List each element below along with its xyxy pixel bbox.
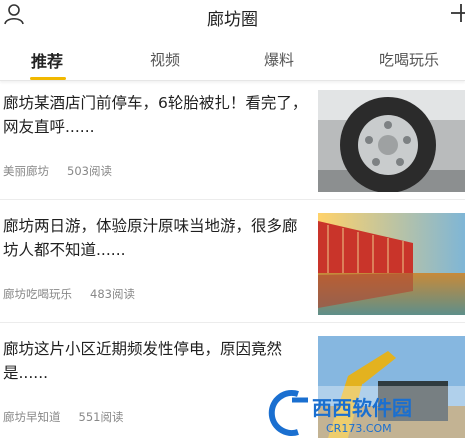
active-tab-indicator: [30, 77, 66, 80]
watermark-logo: 西西软件园 CR173.COM: [268, 386, 465, 439]
article-meta: 廊坊早知道 551阅读: [3, 409, 123, 425]
article-views: 483阅读: [90, 287, 135, 301]
tab-recommended[interactable]: 推荐: [31, 48, 63, 72]
article-meta: 廊坊吃喝玩乐 483阅读: [3, 286, 135, 302]
article-source: 廊坊早知道: [3, 410, 61, 424]
site-watermark: 西西软件园 CR173.COM: [268, 386, 465, 439]
article-source: 廊坊吃喝玩乐: [3, 287, 72, 301]
article-views: 551阅读: [78, 410, 124, 424]
article-title[interactable]: 廊坊这片小区近期频发性停电，原因竟然是......: [3, 337, 308, 385]
watermark-text: 西西软件园: [312, 396, 412, 420]
tire-photo: [318, 90, 465, 192]
page-title: 廊坊圈: [207, 10, 258, 30]
divider: [0, 199, 465, 200]
tab-video[interactable]: 视频: [150, 49, 180, 70]
list-item[interactable]: 廊坊某酒店门前停车，6轮胎被扎！看完了，网友直呼...... 美丽廊坊 503阅读: [0, 82, 465, 192]
category-tabs: 推荐 视频 爆料 吃喝玩乐: [0, 38, 465, 81]
article-thumbnail[interactable]: [318, 90, 465, 192]
watermark-url: CR173.COM: [326, 422, 392, 435]
tab-news-tips[interactable]: 爆料: [264, 49, 294, 70]
article-thumbnail[interactable]: [318, 213, 465, 315]
article-views: 503阅读: [67, 164, 112, 178]
article-title[interactable]: 廊坊两日游，体验原汁原味当地游，很多廊坊人都不知道......: [3, 214, 308, 262]
app-header: 廊坊圈: [0, 0, 465, 34]
article-source: 美丽廊坊: [3, 164, 49, 178]
building-water-photo: [318, 213, 465, 315]
article-meta: 美丽廊坊 503阅读: [3, 163, 112, 179]
tab-food-fun[interactable]: 吃喝玩乐: [379, 49, 439, 70]
article-title[interactable]: 廊坊某酒店门前停车，6轮胎被扎！看完了，网友直呼......: [3, 91, 308, 139]
plus-icon[interactable]: [451, 3, 465, 23]
divider: [0, 322, 465, 323]
list-item[interactable]: 廊坊两日游，体验原汁原味当地游，很多廊坊人都不知道...... 廊坊吃喝玩乐 48…: [0, 205, 465, 315]
